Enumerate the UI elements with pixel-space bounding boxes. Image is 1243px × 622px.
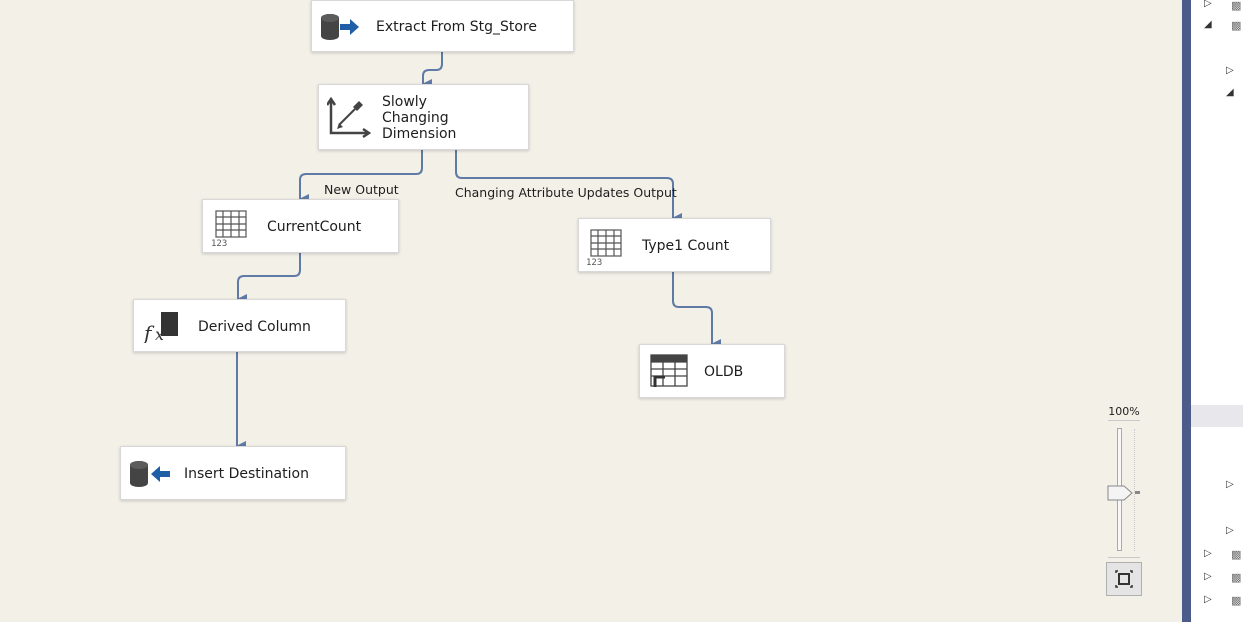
derived-column-icon: f x [142,311,181,347]
path-type1-to-oldb [672,272,721,349]
zoom-control: 100% [1106,405,1142,597]
component-label-line-3: Dimension [382,126,457,142]
component-derived-column[interactable]: f x Derived Column [133,299,346,352]
component-label: OLDB [704,364,744,380]
component-slowly-changing-dimension[interactable]: Slowly Changing Dimension [318,84,529,150]
expand-icon[interactable]: ▷ [1226,525,1234,536]
ole-db-destination-icon [129,460,171,492]
zoom-to-fit-button[interactable] [1106,562,1142,596]
data-flow-canvas[interactable]: Extract From Stg_Store Slowly Changing D… [0,0,1182,622]
collapse-icon[interactable]: ◢ [1226,87,1234,98]
expand-icon[interactable]: ▷ [1226,479,1234,490]
component-label-line-1: Slowly [382,94,427,110]
component-extract-from-stg-store[interactable]: Extract From Stg_Store [311,0,574,52]
svg-text:x: x [155,325,164,343]
divider [1108,420,1140,421]
zoom-slider-thumb[interactable] [1106,485,1142,501]
panel-strip [1191,405,1243,427]
expand-icon[interactable]: ▷ [1204,548,1212,559]
tree-node-icon: ▩ [1231,19,1242,32]
path-extract-to-scd [422,52,443,89]
svg-text:123: 123 [586,258,602,266]
divider [1108,557,1140,558]
component-type1-count[interactable]: 123 Type1 Count [578,218,771,272]
expand-icon[interactable]: ▷ [1204,0,1212,9]
slowly-changing-dimension-icon [325,96,372,143]
tree-node-icon: ▩ [1231,548,1242,561]
svg-text:f: f [143,321,155,343]
path-currentcount-to-derived [237,253,301,304]
component-currentcount[interactable]: 123 CurrentCount [202,199,399,253]
row-count-icon: 123 [586,228,624,270]
side-tree-panel: ▷ ▩ ◢ ▩ ▷ ◢ ▷ ▷ ▷ ▩ ▷ ▩ ▷ ▩ [1191,0,1243,622]
path-changing-attribute-updates [455,150,682,223]
zoom-level-label: 100% [1108,405,1140,418]
path-label-new-output[interactable]: New Output [324,182,399,197]
row-count-icon: 123 [211,209,249,251]
tree-node-icon: ▩ [1231,594,1242,607]
zoom-to-fit-icon [1115,570,1133,588]
component-label: Extract From Stg_Store [376,19,537,35]
expand-icon[interactable]: ▷ [1204,594,1212,605]
ole-db-source-icon [320,13,360,45]
component-label: Type1 Count [642,238,730,254]
panel-splitter[interactable] [1182,0,1191,622]
expand-icon[interactable]: ▷ [1226,65,1234,76]
tree-node-icon: ▩ [1231,571,1242,584]
component-label: Derived Column [198,319,311,335]
ole-db-command-icon [649,353,689,395]
tree-node-icon: ▩ [1231,0,1242,12]
expand-icon[interactable]: ▷ [1204,571,1212,582]
svg-text:123: 123 [211,239,227,247]
component-label-line-2: Changing [382,110,449,126]
component-oldb[interactable]: OLDB [639,344,785,398]
component-insert-destination[interactable]: Insert Destination [120,446,346,500]
component-label: Insert Destination [184,466,309,482]
collapse-icon[interactable]: ◢ [1204,19,1212,30]
path-label-changing-attribute-updates-output[interactable]: Changing Attribute Updates Output [455,185,677,200]
component-label: CurrentCount [267,219,362,235]
